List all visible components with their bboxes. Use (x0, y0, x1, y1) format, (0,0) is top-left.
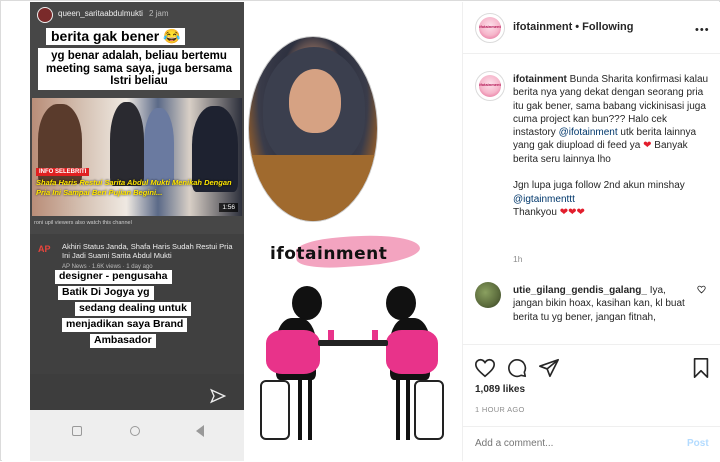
story-caption-4: Batik Di Jogya yg (58, 286, 154, 300)
video-duration: 1:56 (219, 203, 238, 212)
story-caption-7: Ambasador (90, 334, 156, 348)
story-top-section: queen_saritaabdulmukti 2 jam berita gak b… (30, 2, 244, 234)
avatar-logo-text: ifotainment (479, 82, 501, 87)
post-image[interactable]: queen_saritaabdulmukti 2 jam berita gak b… (2, 2, 462, 461)
lady-right-leg (406, 380, 410, 440)
lady-left-dress (266, 330, 320, 374)
caption-avatar[interactable]: ifotainment (475, 71, 505, 101)
more-options-icon[interactable]: ••• (695, 24, 710, 36)
heart-icon[interactable] (474, 357, 496, 379)
add-comment-bar: Post (463, 426, 720, 462)
lady-right-dress (386, 330, 438, 374)
coat-shape (249, 155, 377, 221)
face-shape (289, 69, 341, 133)
lady-right-leg (396, 380, 400, 440)
story-caption-5: sedang dealing untuk (75, 302, 191, 316)
mention-link[interactable]: @ifotainment (559, 127, 618, 138)
table (318, 340, 388, 346)
post-sidebar: ifotainment ifotainment • Following ••• if… (462, 2, 720, 461)
header-separator: • (575, 21, 580, 33)
logo-text: ifotainment (270, 244, 388, 264)
caption-age: 1h (513, 254, 523, 264)
lady-left-head (292, 286, 322, 320)
chair-left (260, 380, 290, 440)
news-tag: INFO SELEBRITI (36, 168, 90, 176)
bookmark-icon[interactable] (690, 357, 712, 379)
mention-link-2[interactable]: @igtainmenttt (513, 194, 575, 205)
viewers-also-watch: roni upil viewers also watch this channe… (34, 220, 132, 226)
header-user: ifotainment • Following (513, 21, 633, 33)
ap-news-title: Akhiri Status Janda, Shafa Haris Sudah R… (62, 242, 233, 261)
person-silhouette (110, 102, 144, 186)
caption-part-5: Thankyou (513, 206, 560, 218)
post-comments-area: ifotainment ifotainment Bunda Sharita ko… (463, 55, 720, 344)
ap-news-logo: AP (38, 244, 51, 254)
lady-left-leg (298, 380, 302, 440)
android-nav-bar (30, 410, 244, 461)
story-caption-2: yg benar adalah, beliau bertemu meeting … (38, 48, 240, 90)
lady-right-head (386, 286, 416, 320)
share-icon[interactable] (538, 357, 560, 379)
portrait-photo (248, 36, 378, 222)
home-icon (130, 426, 140, 436)
following-button[interactable]: Following (582, 21, 633, 33)
lady-left-leg (308, 380, 312, 440)
caption-username[interactable]: ifotainment (513, 74, 567, 85)
comment-input[interactable] (475, 438, 675, 449)
likes-count[interactable]: 1,089 likes (475, 384, 525, 395)
story-caption-1: berita gak bener 😂 (46, 28, 186, 46)
person-silhouette (144, 108, 174, 186)
news-thumbnail: INFO SELEBRITI Shafa Haris Restui Sarita… (32, 98, 242, 216)
ifotainment-logo-illustration: ifotainment (246, 230, 456, 460)
chair-right (414, 380, 444, 440)
hearts-emoji: ❤❤❤ (559, 206, 585, 218)
story-screenshot: queen_saritaabdulmukti 2 jam berita gak b… (30, 2, 244, 461)
cup (372, 330, 378, 340)
instagram-post-window: queen_saritaabdulmukti 2 jam berita gak b… (0, 0, 720, 461)
account-avatar[interactable]: ifotainment (475, 13, 505, 43)
comment-icon[interactable] (506, 357, 528, 379)
caption-text: ifotainment Bunda Sharita konfirmasi kal… (513, 73, 711, 219)
story-user: queen_saritaabdulmukti 2 jam (58, 9, 169, 18)
post-header: ifotainment ifotainment • Following ••• (463, 2, 720, 54)
story-caption-3: designer - pengusaha (55, 270, 172, 284)
caption-part-4: Jgn lupa juga follow 2nd akun minshay (513, 180, 685, 192)
cup (328, 330, 334, 340)
send-icon (210, 388, 226, 404)
comment-username[interactable]: utie_gilang_gendis_galang_ (513, 285, 647, 296)
story-username: queen_saritaabdulmukti (58, 9, 143, 18)
story-caption-6: menjadikan saya Brand (62, 318, 188, 332)
news-headline: Shafa Haris Restui Sarita Abdul Mukti Me… (36, 178, 232, 198)
post-time: 1 HOUR AGO (475, 405, 525, 414)
back-icon (190, 425, 204, 437)
commenter-avatar[interactable] (475, 282, 501, 308)
heart-emoji: ❤ (643, 140, 652, 152)
story-time: 2 jam (148, 9, 169, 18)
comment-like-icon[interactable] (697, 285, 706, 294)
recent-apps-icon (72, 426, 82, 436)
post-comment-button[interactable]: Post (687, 438, 709, 449)
avatar-logo-text: ifotainment (479, 24, 501, 29)
comment-text: utie_gilang_gendis_galang_ Iya, jangan b… (513, 284, 693, 324)
post-actions: 1,089 likes 1 HOUR AGO Post (463, 344, 720, 462)
header-username[interactable]: ifotainment (513, 21, 572, 33)
story-avatar (37, 7, 53, 23)
